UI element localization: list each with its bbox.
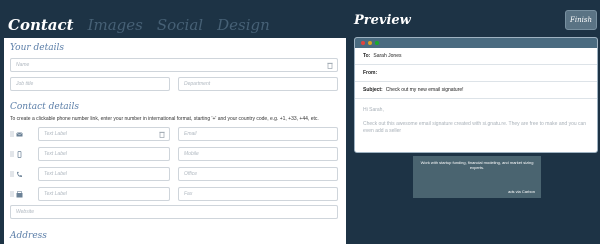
- section-title-address: Address: [10, 231, 47, 241]
- maximize-dot-icon: [375, 41, 379, 45]
- trash-icon[interactable]: [159, 131, 165, 138]
- contact-row-handle[interactable]: [10, 130, 24, 138]
- email-to-row: To: Sarah Jones: [355, 48, 597, 65]
- contact-row-handle[interactable]: [10, 190, 24, 198]
- label-placeholder: Text Label: [44, 171, 67, 177]
- section-title-contact: Contact details: [10, 102, 80, 112]
- tab-images[interactable]: Images: [88, 16, 143, 34]
- department-field[interactable]: Department: [178, 77, 338, 91]
- label-field[interactable]: Text Label: [38, 167, 170, 181]
- email-icon: [16, 131, 23, 136]
- section-title-details: Your details: [10, 43, 64, 53]
- name-placeholder: Name: [16, 62, 30, 68]
- email-placeholder: Email: [184, 131, 197, 137]
- label-field[interactable]: Text Label: [38, 147, 170, 161]
- phone-icon: [17, 171, 22, 177]
- website-placeholder: Website: [16, 209, 34, 215]
- mobile-field[interactable]: Mobile: [178, 147, 338, 161]
- label-field[interactable]: Text Label: [38, 127, 170, 141]
- mobile-icon: [17, 150, 22, 158]
- contact-row-handle[interactable]: [10, 150, 24, 158]
- tab-social[interactable]: Social: [157, 16, 203, 34]
- tab-contact[interactable]: Contact: [8, 16, 74, 34]
- finish-button[interactable]: Finish: [565, 10, 597, 30]
- subject-value: Check out my new email signature!: [385, 87, 464, 93]
- window-title-bar: [355, 38, 597, 48]
- to-label: To:: [363, 53, 371, 59]
- carbon-ad[interactable]: Work with startup funding, financial mod…: [413, 156, 541, 198]
- email-body-text: Check out this awesome email signature c…: [363, 121, 587, 134]
- label-placeholder: Text Label: [44, 131, 67, 137]
- tab-design[interactable]: Design: [217, 16, 270, 34]
- email-greeting: Hi Sarah,: [363, 107, 384, 113]
- ad-text: Work with startup funding, financial mod…: [420, 160, 534, 170]
- fax-placeholder: Fax: [184, 191, 193, 197]
- fax-icon: [16, 190, 23, 197]
- fax-field[interactable]: Fax: [178, 187, 338, 201]
- label-placeholder: Text Label: [44, 191, 67, 197]
- office-placeholder: Office: [184, 171, 198, 177]
- email-from-row: From:: [355, 65, 597, 82]
- minimize-dot-icon: [368, 41, 372, 45]
- trash-icon[interactable]: [327, 62, 333, 69]
- contact-form: Your details Name Job title Department C…: [4, 38, 346, 244]
- ad-source[interactable]: ads via Carbon: [508, 189, 535, 194]
- contact-help-text: To create a clickable phone number link,…: [10, 116, 319, 122]
- drag-handle-icon[interactable]: [10, 191, 14, 197]
- label-field[interactable]: Text Label: [38, 187, 170, 201]
- drag-handle-icon[interactable]: [10, 131, 14, 137]
- tab-bar: Contact Images Social Design: [8, 10, 270, 34]
- email-preview: To: Sarah Jones From: Subject: Check out…: [354, 37, 598, 153]
- job-title-placeholder: Job title: [16, 81, 34, 87]
- email-subject-row: Subject: Check out my new email signatur…: [355, 82, 597, 99]
- subject-label: Subject:: [363, 87, 383, 93]
- name-field[interactable]: Name: [10, 58, 338, 72]
- close-dot-icon: [361, 41, 365, 45]
- mobile-placeholder: Mobile: [184, 151, 199, 157]
- from-label: From:: [363, 70, 378, 76]
- department-placeholder: Department: [184, 81, 211, 87]
- website-field[interactable]: Website: [10, 205, 338, 219]
- contact-row-handle[interactable]: [10, 170, 24, 178]
- job-title-field[interactable]: Job title: [10, 77, 170, 91]
- drag-handle-icon[interactable]: [10, 171, 14, 177]
- email-body: Hi Sarah, Check out this awesome email s…: [355, 99, 597, 143]
- label-placeholder: Text Label: [44, 151, 67, 157]
- drag-handle-icon[interactable]: [10, 151, 14, 157]
- email-field[interactable]: Email: [178, 127, 338, 141]
- preview-title: Preview: [354, 13, 411, 28]
- office-field[interactable]: Office: [178, 167, 338, 181]
- to-value: Sarah Jones: [373, 53, 402, 59]
